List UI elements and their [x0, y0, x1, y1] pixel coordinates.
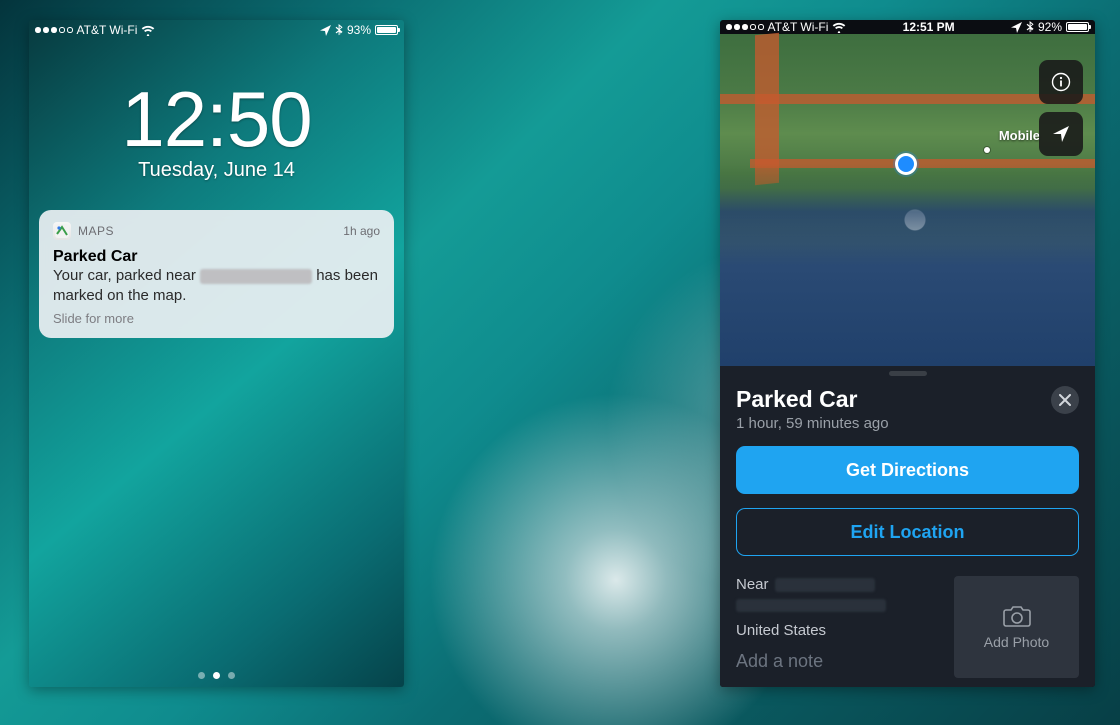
battery-icon: [375, 25, 398, 35]
phone-lockscreen: AT&T Wi-Fi 93% 12:50 Tuesday, June 14: [29, 20, 404, 687]
near-label: Near: [736, 576, 769, 593]
canvas: AT&T Wi-Fi 93% 12:50 Tuesday, June 14: [0, 0, 1120, 725]
notification-app-name: MAPS: [78, 224, 114, 238]
page-dots: [29, 672, 404, 679]
notification-hint: Slide for more: [53, 311, 380, 326]
add-note-input[interactable]: Add a note: [736, 651, 940, 672]
add-photo-label: Add Photo: [984, 634, 1049, 650]
notification-title: Parked Car: [53, 248, 380, 266]
signal-dots-icon: [726, 24, 764, 30]
location-arrow-icon: [1011, 22, 1022, 33]
camera-icon: [1002, 604, 1032, 628]
info-button[interactable]: [1039, 60, 1083, 104]
battery-icon: [1066, 22, 1089, 32]
carrier-label: AT&T Wi-Fi: [77, 23, 138, 37]
wifi-icon: [832, 22, 846, 33]
map-city-dot-icon: [984, 147, 990, 153]
recenter-button[interactable]: [1039, 112, 1083, 156]
current-location-icon: [898, 156, 914, 172]
redacted-location: [200, 269, 312, 284]
maps-app-icon: [53, 222, 71, 240]
bluetooth-icon: [335, 24, 343, 37]
redacted-address: [736, 599, 886, 612]
map-view[interactable]: Mobile: [720, 34, 1095, 366]
bluetooth-icon: [1026, 21, 1034, 34]
country-label: United States: [736, 622, 940, 639]
battery-pct: 93%: [347, 23, 371, 37]
card-title: Parked Car: [736, 386, 889, 413]
notification-card[interactable]: MAPS 1h ago Parked Car Your car, parked …: [39, 210, 394, 338]
redacted-near: [775, 578, 875, 592]
near-info: Near United States Add a note: [736, 576, 940, 678]
notification-body: Your car, parked near has been marked on…: [53, 266, 380, 305]
signal-dots-icon: [35, 27, 73, 33]
parked-car-card: Parked Car 1 hour, 59 minutes ago Get Di…: [720, 366, 1095, 687]
edit-location-button[interactable]: Edit Location: [736, 508, 1079, 556]
card-grabber[interactable]: [889, 371, 927, 376]
location-arrow-icon: [320, 25, 331, 36]
lock-date: Tuesday, June 14: [29, 159, 404, 182]
get-directions-button[interactable]: Get Directions: [736, 446, 1079, 494]
phone-maps: AT&T Wi-Fi 12:51 PM 92% Mobile: [720, 20, 1095, 687]
status-time: 12:51 PM: [846, 20, 1011, 34]
status-bar: AT&T Wi-Fi 12:51 PM 92%: [720, 20, 1095, 34]
status-bar: AT&T Wi-Fi 93%: [29, 20, 404, 40]
notification-age: 1h ago: [343, 224, 380, 238]
map-city-label: Mobile: [999, 128, 1040, 143]
lock-clock: 12:50 Tuesday, June 14: [29, 74, 404, 182]
add-photo-button[interactable]: Add Photo: [954, 576, 1079, 678]
close-button[interactable]: [1051, 386, 1079, 414]
battery-pct: 92%: [1038, 20, 1062, 34]
card-subtitle: 1 hour, 59 minutes ago: [736, 415, 889, 432]
lock-time: 12:50: [29, 74, 404, 165]
wifi-icon: [141, 25, 155, 36]
